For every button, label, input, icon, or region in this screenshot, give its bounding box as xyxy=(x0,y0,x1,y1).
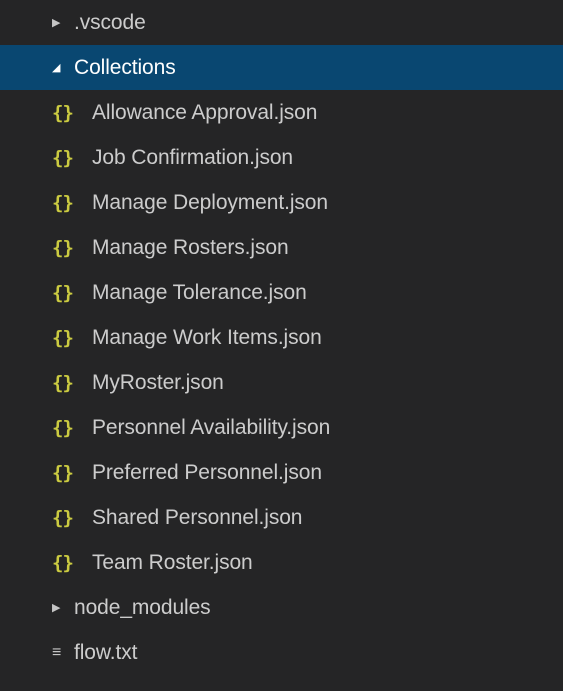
text-file-icon: ≡ xyxy=(52,643,62,661)
json-file-icon: {} xyxy=(52,371,74,394)
json-file-icon: {} xyxy=(52,236,74,259)
json-file-icon: {} xyxy=(52,101,74,124)
file-item[interactable]: {} Job Confirmation.json xyxy=(0,135,563,180)
file-label: Team Roster.json xyxy=(92,550,253,574)
file-label: Manage Work Items.json xyxy=(92,325,322,349)
folder-collections[interactable]: ◢ Collections xyxy=(0,45,563,90)
json-file-icon: {} xyxy=(52,281,74,304)
file-label: Manage Deployment.json xyxy=(92,190,328,214)
file-item[interactable]: {} Personnel Availability.json xyxy=(0,405,563,450)
chevron-right-icon: ▶ xyxy=(52,17,61,29)
file-flow-txt[interactable]: ≡ flow.txt xyxy=(0,630,563,675)
file-item[interactable]: {} Manage Work Items.json xyxy=(0,315,563,360)
file-label: flow.txt xyxy=(74,640,138,664)
file-label: Shared Personnel.json xyxy=(92,505,303,529)
file-label: Manage Tolerance.json xyxy=(92,280,307,304)
file-label: Allowance Approval.json xyxy=(92,100,318,124)
json-file-icon: {} xyxy=(52,461,74,484)
folder-label: .vscode xyxy=(74,10,146,34)
file-label: Preferred Personnel.json xyxy=(92,460,322,484)
file-item[interactable]: {} Allowance Approval.json xyxy=(0,90,563,135)
folder-label: Collections xyxy=(74,55,176,79)
folder-vscode[interactable]: ▶ .vscode xyxy=(0,0,563,45)
folder-label: node_modules xyxy=(74,595,211,619)
json-file-icon: {} xyxy=(52,416,74,439)
file-item[interactable]: {} Shared Personnel.json xyxy=(0,495,563,540)
chevron-down-icon: ◢ xyxy=(52,62,61,74)
file-item[interactable]: {} Team Roster.json xyxy=(0,540,563,585)
folder-node-modules[interactable]: ▶ node_modules xyxy=(0,585,563,630)
chevron-right-icon: ▶ xyxy=(52,602,61,614)
file-item[interactable]: {} Preferred Personnel.json xyxy=(0,450,563,495)
file-label: Manage Rosters.json xyxy=(92,235,289,259)
file-item[interactable]: {} Manage Rosters.json xyxy=(0,225,563,270)
json-file-icon: {} xyxy=(52,146,74,169)
json-file-icon: {} xyxy=(52,326,74,349)
json-file-icon: {} xyxy=(52,191,74,214)
json-file-icon: {} xyxy=(52,551,74,574)
file-explorer: ▶ .vscode ◢ Collections {} Allowance App… xyxy=(0,0,563,691)
file-item[interactable]: {} Manage Tolerance.json xyxy=(0,270,563,315)
file-item[interactable]: {} MyRoster.json xyxy=(0,360,563,405)
file-label: MyRoster.json xyxy=(92,370,224,394)
file-item[interactable]: {} Manage Deployment.json xyxy=(0,180,563,225)
file-label: Job Confirmation.json xyxy=(92,145,293,169)
json-file-icon: {} xyxy=(52,506,74,529)
file-label: Personnel Availability.json xyxy=(92,415,331,439)
